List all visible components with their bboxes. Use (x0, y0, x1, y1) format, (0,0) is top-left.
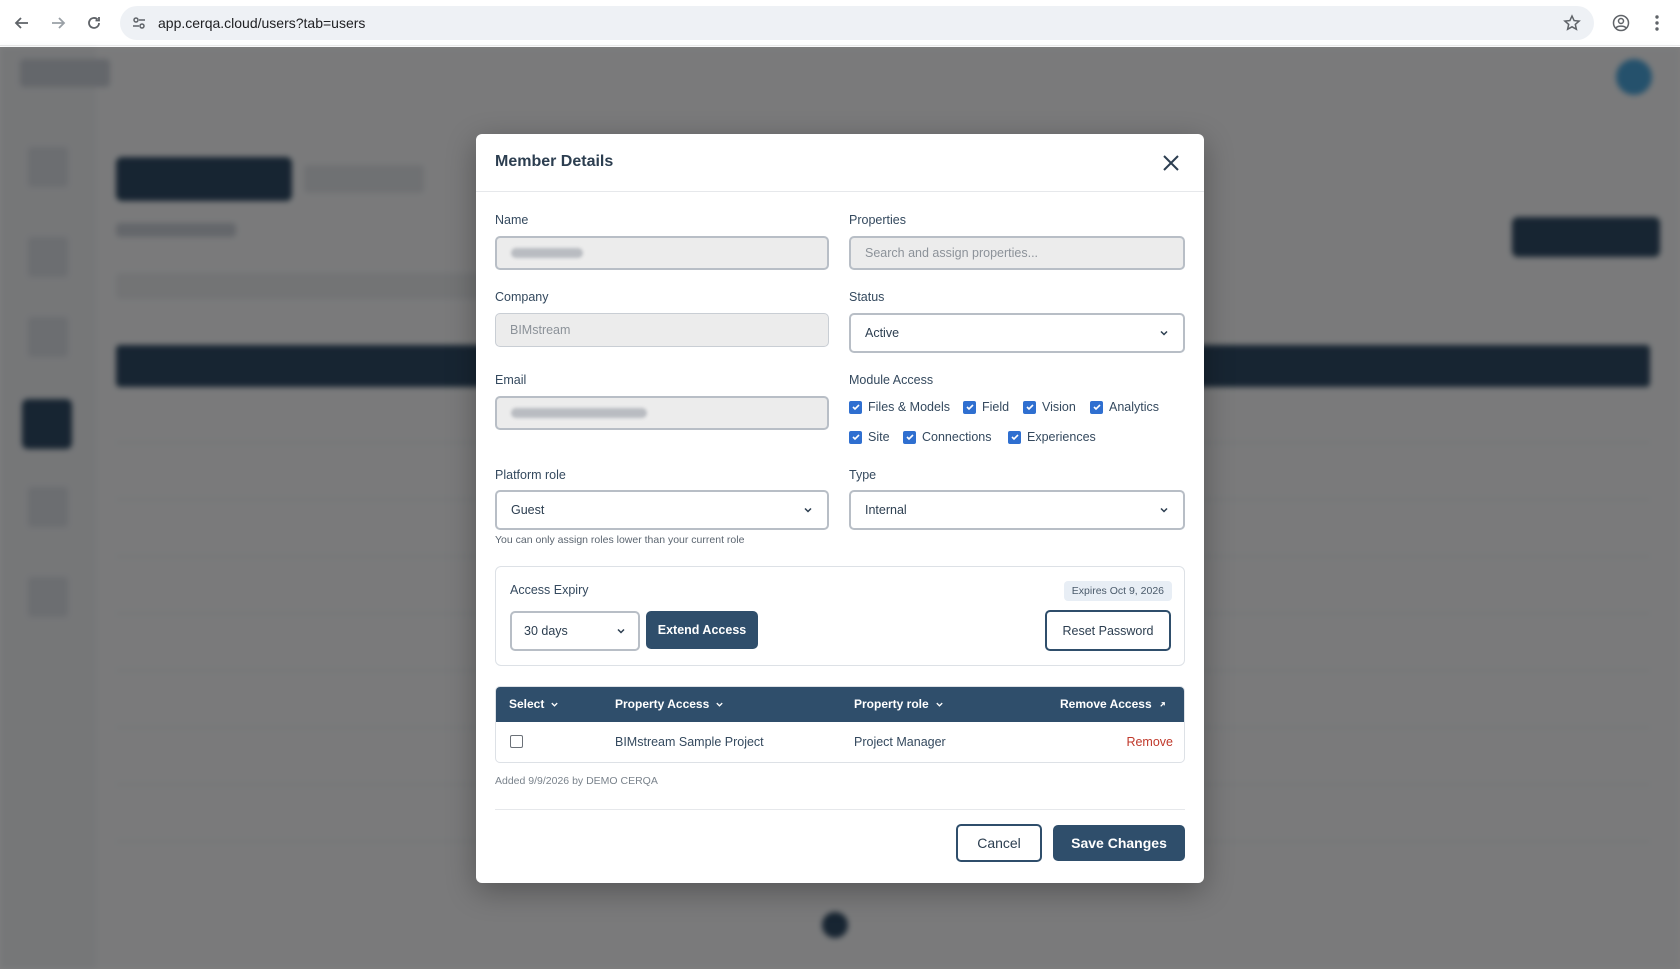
expiry-duration-value: 30 days (524, 624, 568, 638)
chevron-down-icon (936, 702, 943, 707)
arrow-up-right-icon (1159, 701, 1165, 707)
row-select-checkbox[interactable] (510, 735, 523, 748)
name-field[interactable] (495, 236, 829, 270)
column-header-select[interactable]: Select (509, 697, 559, 711)
property-access-table: Select Property Access Property role Rem… (495, 686, 1185, 763)
type-select[interactable]: Internal (849, 490, 1185, 530)
checkbox-checked-icon[interactable] (1023, 400, 1036, 414)
tune-icon[interactable] (130, 14, 148, 32)
module-label: Files & Models (868, 400, 950, 414)
member-details-modal: Member Details Name Properties Search an… (476, 134, 1204, 883)
email-label: Email (495, 373, 527, 387)
platform-role-label: Platform role (495, 468, 566, 482)
chevron-down-icon (617, 628, 625, 634)
module-checkbox-field[interactable]: Field (963, 400, 1009, 414)
redacted-name (511, 248, 583, 258)
module-label: Connections (922, 430, 992, 444)
header-label: Remove Access (1060, 697, 1152, 711)
module-checkbox-vision[interactable]: Vision (1023, 400, 1076, 414)
checkbox-checked-icon[interactable] (963, 400, 976, 414)
arrow-right-icon[interactable] (46, 11, 70, 35)
extend-access-button[interactable]: Extend Access (646, 611, 758, 649)
added-by-note: Added 9/9/2026 by DEMO CERQA (495, 775, 658, 787)
header-label: Property role (854, 697, 929, 711)
checkbox-checked-icon[interactable] (849, 400, 862, 414)
name-label: Name (495, 213, 529, 227)
properties-label: Properties (849, 213, 906, 227)
status-label: Status (849, 290, 885, 304)
module-checkbox-connections[interactable]: Connections (903, 430, 992, 444)
access-expiry-panel: Access Expiry Expires Oct 9, 2026 30 day… (495, 566, 1185, 666)
table-header: Select Property Access Property role Rem… (496, 687, 1184, 722)
module-checkbox-experiences[interactable]: Experiences (1008, 430, 1096, 444)
module-label: Field (982, 400, 1010, 414)
module-checkbox-analytics[interactable]: Analytics (1090, 400, 1159, 414)
chevron-down-icon (551, 702, 559, 707)
close-icon[interactable] (1158, 150, 1184, 176)
modal-header: Member Details (476, 134, 1204, 192)
access-expiry-label: Access Expiry (510, 583, 589, 597)
email-field[interactable] (495, 396, 829, 430)
module-label: Experiences (1027, 430, 1096, 444)
module-checkbox-site[interactable]: Site (849, 430, 890, 444)
checkbox-checked-icon[interactable] (903, 430, 916, 444)
chevron-down-icon (804, 507, 812, 513)
module-access-label: Module Access (849, 373, 934, 387)
cancel-button[interactable]: Cancel (956, 824, 1042, 862)
column-header-property-role[interactable]: Property role (854, 697, 944, 711)
properties-placeholder: Search and assign properties... (865, 246, 1039, 260)
browser-toolbar: app.cerqa.cloud/users?tab=users (0, 0, 1680, 46)
type-label: Type (849, 468, 877, 482)
address-bar[interactable]: app.cerqa.cloud/users?tab=users (120, 6, 1594, 40)
status-select[interactable]: Active (849, 313, 1185, 353)
module-label: Site (868, 430, 890, 444)
url-text[interactable]: app.cerqa.cloud/users?tab=users (158, 15, 365, 31)
platform-role-hint: You can only assign roles lower than you… (495, 534, 745, 546)
module-label: Vision (1042, 400, 1076, 414)
type-value: Internal (865, 503, 907, 517)
account-circle-icon[interactable] (1609, 11, 1633, 35)
star-icon[interactable] (1562, 13, 1582, 33)
header-label: Property Access (615, 697, 710, 711)
property-role-cell: Project Manager (854, 735, 946, 749)
company-label: Company (495, 290, 549, 304)
platform-role-value: Guest (511, 503, 545, 517)
status-value: Active (865, 326, 900, 340)
module-checkbox-files-models[interactable]: Files & Models (849, 400, 950, 414)
chevron-down-icon (716, 702, 723, 707)
checkbox-checked-icon[interactable] (1008, 430, 1021, 444)
header-label: Select (509, 697, 545, 711)
platform-role-select[interactable]: Guest (495, 490, 829, 530)
reset-password-button[interactable]: Reset Password (1045, 610, 1171, 651)
kebab-menu-icon[interactable] (1645, 11, 1669, 35)
expiry-duration-select[interactable]: 30 days (510, 611, 640, 651)
reload-icon[interactable] (82, 11, 106, 35)
column-header-property-access[interactable]: Property Access (615, 697, 724, 711)
footer-divider (495, 809, 1185, 810)
expiry-date-badge: Expires Oct 9, 2026 (1063, 581, 1172, 601)
arrow-left-icon[interactable] (10, 11, 34, 35)
checkbox-checked-icon[interactable] (849, 430, 862, 444)
checkbox-checked-icon[interactable] (1090, 400, 1103, 414)
chevron-down-icon (1160, 507, 1168, 513)
company-field[interactable]: BIMstream (495, 313, 829, 347)
module-label: Analytics (1109, 400, 1160, 414)
redacted-email (511, 408, 647, 418)
property-name-cell: BIMstream Sample Project (615, 735, 764, 749)
remove-access-link[interactable]: Remove (1126, 735, 1173, 749)
save-changes-button[interactable]: Save Changes (1053, 825, 1185, 861)
table-row: BIMstream Sample Project Project Manager… (496, 722, 1184, 762)
chevron-down-icon (1160, 330, 1168, 336)
column-header-remove-access[interactable]: Remove Access (1060, 697, 1167, 711)
modal-title: Member Details (495, 153, 614, 170)
company-value: BIMstream (510, 323, 571, 337)
properties-search-input[interactable]: Search and assign properties... (849, 236, 1185, 270)
